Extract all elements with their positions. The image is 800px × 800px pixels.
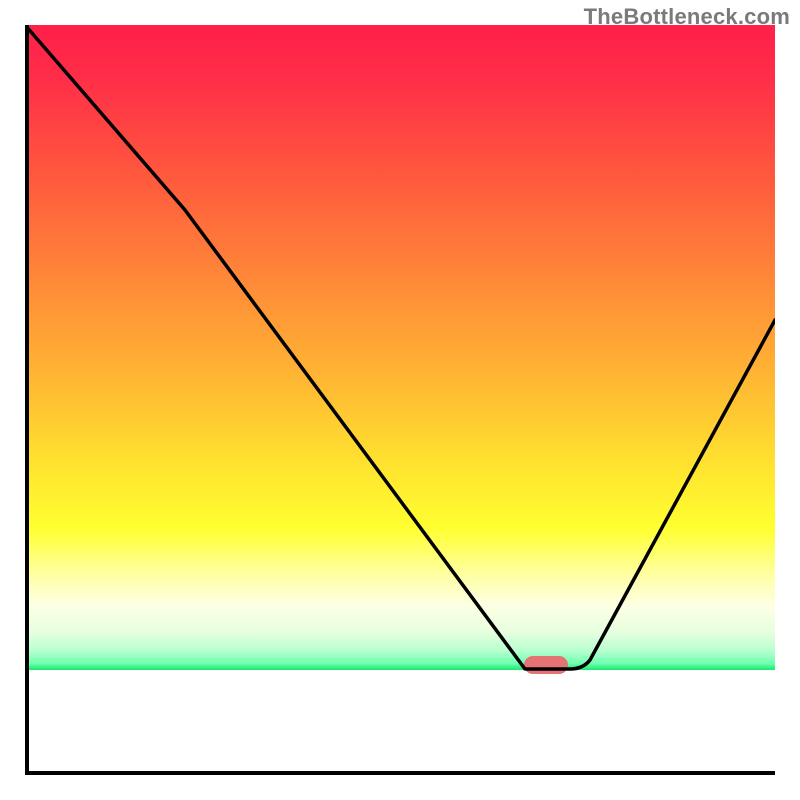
- y-axis-line: [25, 25, 29, 775]
- bottleneck-curve: [25, 25, 775, 669]
- curve-layer: [25, 25, 775, 775]
- watermark-text: TheBottleneck.com: [584, 4, 790, 30]
- chart-container: TheBottleneck.com: [0, 0, 800, 800]
- x-axis-line: [25, 771, 775, 775]
- plot-area: [25, 25, 775, 775]
